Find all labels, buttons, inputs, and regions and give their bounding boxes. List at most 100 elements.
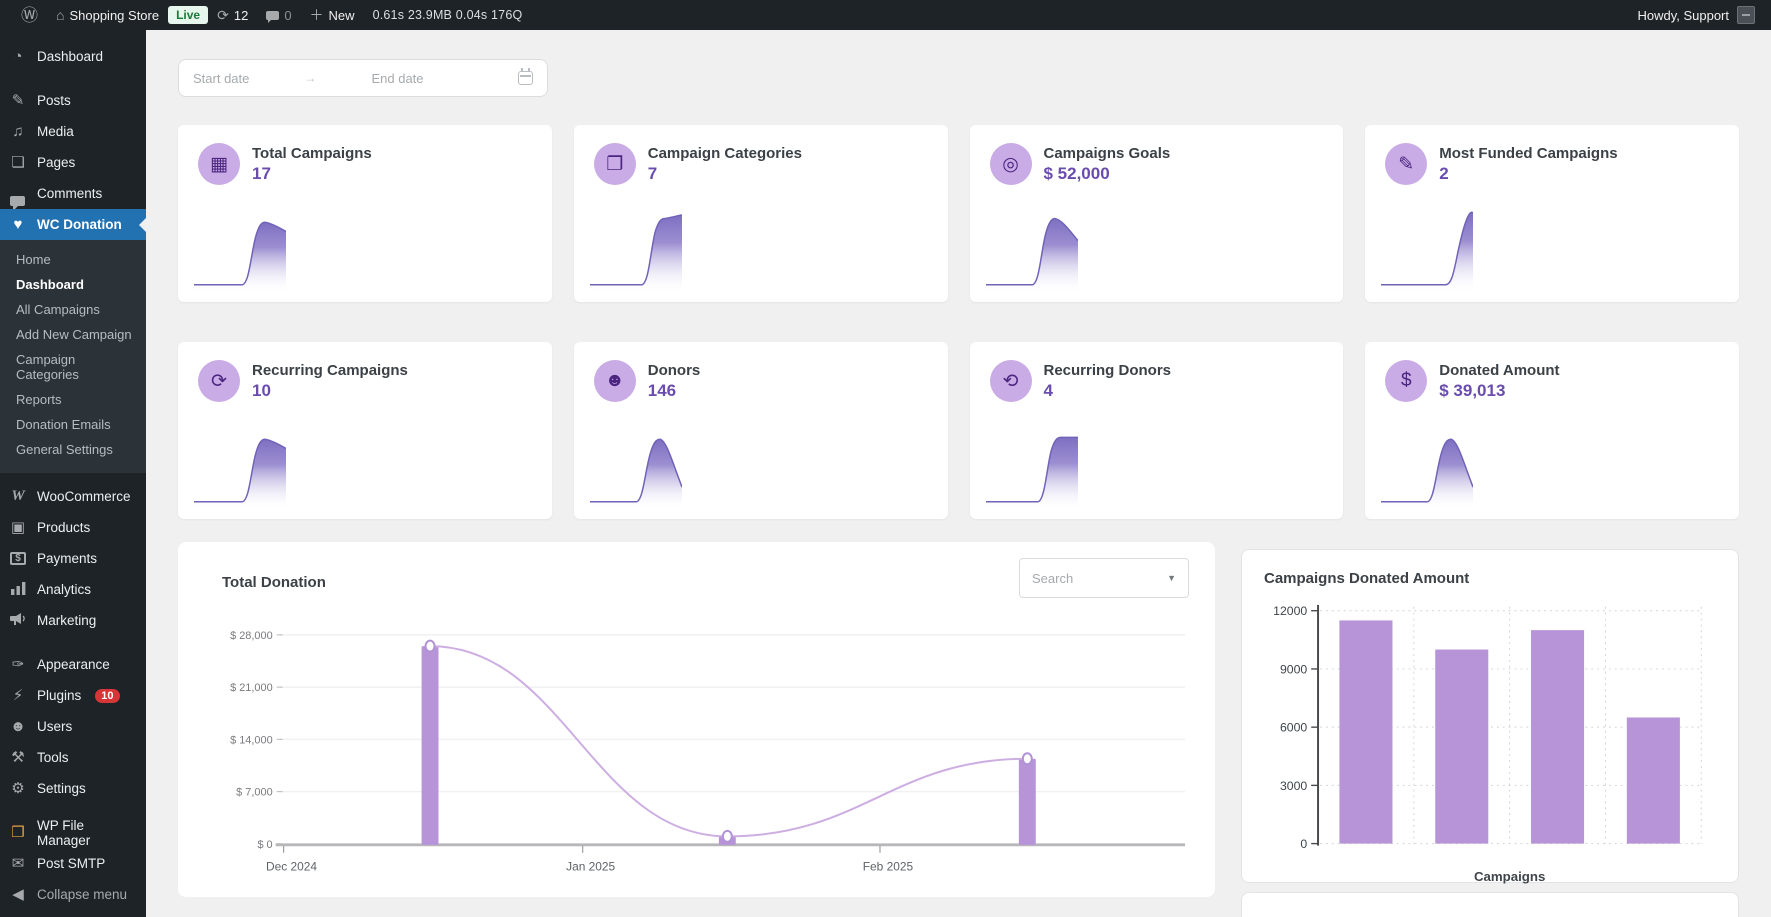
sidebar-item-plugins[interactable]: ⚡ Plugins 10 bbox=[0, 680, 146, 711]
total-donation-panel: Total Donation Search ▼ $ 0 $ 7,000 $ 14,0… bbox=[178, 542, 1215, 897]
submenu-item-add-new-campaign[interactable]: Add New Campaign bbox=[0, 322, 146, 347]
admin-sidebar: ◔ Dashboard ✎ Posts ♫ Media ❏ Pages Comments… bbox=[0, 30, 147, 917]
sidebar-item-analytics[interactable]: Analytics bbox=[0, 574, 146, 605]
submenu-item-dashboard[interactable]: Dashboard bbox=[0, 272, 146, 297]
svg-text:9000: 9000 bbox=[1280, 662, 1307, 676]
payments-icon: $ bbox=[10, 552, 26, 565]
home-icon: ⌂ bbox=[56, 7, 65, 23]
query-monitor-stats[interactable]: 0.61s 23.9MB 0.04s 176Q bbox=[364, 8, 532, 22]
submenu-item-campaign-categories[interactable]: Campaign Categories bbox=[0, 347, 146, 387]
svg-text:6000: 6000 bbox=[1280, 721, 1307, 735]
new-content-button[interactable]: ＋ New bbox=[301, 0, 364, 30]
dashboard-icon: ◔ bbox=[13, 48, 23, 65]
sidebar-item-post-smtp[interactable]: ✉ Post SMTP bbox=[0, 848, 146, 879]
sidebar-item-wc-donation[interactable]: ♥ WC Donation bbox=[0, 209, 147, 240]
sidebar-item-media[interactable]: ♫ Media bbox=[0, 116, 146, 147]
products-icon: ▣ bbox=[10, 519, 26, 536]
sidebar-label: Users bbox=[37, 719, 73, 734]
svg-text:Dec 2024: Dec 2024 bbox=[266, 860, 317, 874]
submenu-item-donation-emails[interactable]: Donation Emails bbox=[0, 412, 146, 437]
donor-repeat-icon: ⟲ bbox=[989, 360, 1032, 402]
spark-chart bbox=[1381, 419, 1474, 511]
campaign-search-select[interactable]: Search ▼ bbox=[1019, 558, 1189, 598]
sidebar-label: Comments bbox=[37, 186, 103, 201]
sidebar-label: Analytics bbox=[37, 582, 92, 597]
sidebar-item-woocommerce[interactable]: W WooCommerce bbox=[0, 481, 146, 512]
submenu-item-reports[interactable]: Reports bbox=[0, 387, 146, 412]
stat-card-value: 10 bbox=[252, 380, 271, 400]
stat-card-campaigns-goals: ◎ Campaigns Goals $ 52,000 bbox=[969, 125, 1344, 302]
campaigns-donated-title: Campaigns Donated Amount bbox=[1264, 570, 1470, 587]
wordpress-logo-icon[interactable]: Ⓦ bbox=[12, 0, 47, 30]
comments-count: 0 bbox=[284, 7, 292, 23]
stat-card-title: Recurring Campaigns bbox=[252, 361, 408, 379]
clipboard-pencil-icon: ✎ bbox=[1385, 143, 1428, 185]
user-avatar[interactable] bbox=[1737, 6, 1755, 24]
donation-point-marker bbox=[1021, 752, 1033, 766]
updates-icon: ⟳ bbox=[217, 7, 229, 23]
submenu-item-home[interactable]: Home bbox=[0, 247, 146, 272]
stat-card-title: Donors bbox=[647, 361, 701, 379]
updates-count: 12 bbox=[233, 7, 249, 23]
howdy-account-link[interactable]: Howdy, Support bbox=[1637, 8, 1729, 23]
submenu-item-all-campaigns[interactable]: All Campaigns bbox=[0, 297, 146, 322]
svg-text:Feb 2025: Feb 2025 bbox=[863, 860, 914, 874]
stat-card-total-campaigns: ▦ Total Campaigns 17 bbox=[178, 125, 552, 302]
sidebar-label: Pages bbox=[37, 155, 76, 170]
collapse-menu-button[interactable]: ◀ Collapse menu bbox=[0, 879, 146, 910]
chevron-down-icon: ▼ bbox=[1167, 573, 1176, 583]
stat-card-value: 7 bbox=[647, 163, 658, 183]
stat-card-most-funded: ✎ Most Funded Campaigns 2 bbox=[1365, 125, 1739, 302]
donation-amount-icon: $ bbox=[1385, 360, 1428, 402]
sidebar-item-pages[interactable]: ❏ Pages bbox=[0, 147, 146, 178]
comments-link[interactable]: 0 bbox=[257, 0, 300, 30]
sidebar-item-products[interactable]: ▣ Products bbox=[0, 512, 146, 543]
end-date-input[interactable]: End date bbox=[371, 71, 518, 86]
stat-cards-grid: ▦ Total Campaigns 17 ❐ Campaign Categori… bbox=[178, 125, 1739, 519]
sidebar-label: Dashboard bbox=[37, 49, 104, 64]
sidebar-item-dashboard[interactable]: ◔ Dashboard bbox=[0, 41, 146, 72]
plugins-update-badge: 10 bbox=[95, 688, 120, 703]
svg-text:$ 7,000: $ 7,000 bbox=[236, 787, 273, 799]
start-date-input[interactable]: Start date bbox=[193, 71, 249, 86]
sidebar-item-marketing[interactable]: Marketing bbox=[0, 605, 146, 636]
stat-card-title: Campaign Categories bbox=[647, 144, 802, 162]
sidebar-label: Settings bbox=[37, 781, 86, 796]
sidebar-label: Media bbox=[37, 124, 74, 139]
sidebar-item-payments[interactable]: $ Payments bbox=[0, 543, 146, 574]
sidebar-item-users[interactable]: ☻ Users bbox=[0, 711, 146, 742]
admin-bar: Ⓦ ⌂ Shopping Store Live ⟳ 12 0 ＋ New 0.6… bbox=[0, 0, 1771, 30]
sidebar-item-appearance[interactable]: ✑ Appearance bbox=[0, 649, 146, 680]
site-name-link[interactable]: ⌂ Shopping Store bbox=[47, 0, 168, 30]
sidebar-label: Payments bbox=[37, 551, 98, 566]
sidebar-item-tools[interactable]: ⚒ Tools bbox=[0, 742, 146, 773]
calendar-icon[interactable] bbox=[518, 68, 533, 85]
donors-icon: ☻ bbox=[593, 360, 636, 402]
posts-icon: ✎ bbox=[11, 92, 25, 109]
campaigns-donated-chart[interactable]: 0 3000 6000 9000 12000 Campaigns bbox=[1264, 595, 1716, 893]
live-badge: Live bbox=[168, 6, 209, 24]
sidebar-label: Tools bbox=[37, 750, 69, 765]
sidebar-item-posts[interactable]: ✎ Posts bbox=[0, 85, 146, 116]
svg-text:12000: 12000 bbox=[1273, 604, 1307, 618]
svg-text:3000: 3000 bbox=[1280, 779, 1307, 793]
total-donation-chart[interactable]: $ 0 $ 7,000 $ 14,000 $ 21,000 $ 28,000 Dec 20… bbox=[204, 613, 1189, 910]
spark-chart bbox=[589, 419, 682, 511]
stat-card-donated-amount: $ Donated Amount $ 39,013 bbox=[1365, 342, 1739, 519]
stat-card-value: 17 bbox=[252, 163, 271, 183]
comment-bubble-icon bbox=[266, 10, 280, 23]
submenu-item-general-settings[interactable]: General Settings bbox=[0, 437, 146, 462]
plugins-icon: ⚡ bbox=[12, 687, 24, 704]
date-arrow-icon: → bbox=[304, 71, 317, 85]
campaign-amount-bar bbox=[1435, 649, 1489, 844]
sidebar-item-settings[interactable]: ⚙ Settings bbox=[0, 773, 146, 804]
collapse-icon: ◀ bbox=[12, 886, 24, 903]
tools-icon: ⚒ bbox=[11, 749, 25, 766]
spark-chart bbox=[194, 202, 286, 294]
campaign-amount-bar bbox=[1626, 717, 1680, 844]
sidebar-item-comments[interactable]: Comments bbox=[0, 178, 146, 211]
sidebar-item-wp-file-manager[interactable]: ❒ WP File Manager bbox=[0, 817, 146, 848]
updates-link[interactable]: ⟳ 12 bbox=[208, 0, 257, 30]
stat-card-title: Donated Amount bbox=[1439, 361, 1560, 379]
date-range-picker[interactable]: Start date → End date bbox=[178, 59, 548, 97]
